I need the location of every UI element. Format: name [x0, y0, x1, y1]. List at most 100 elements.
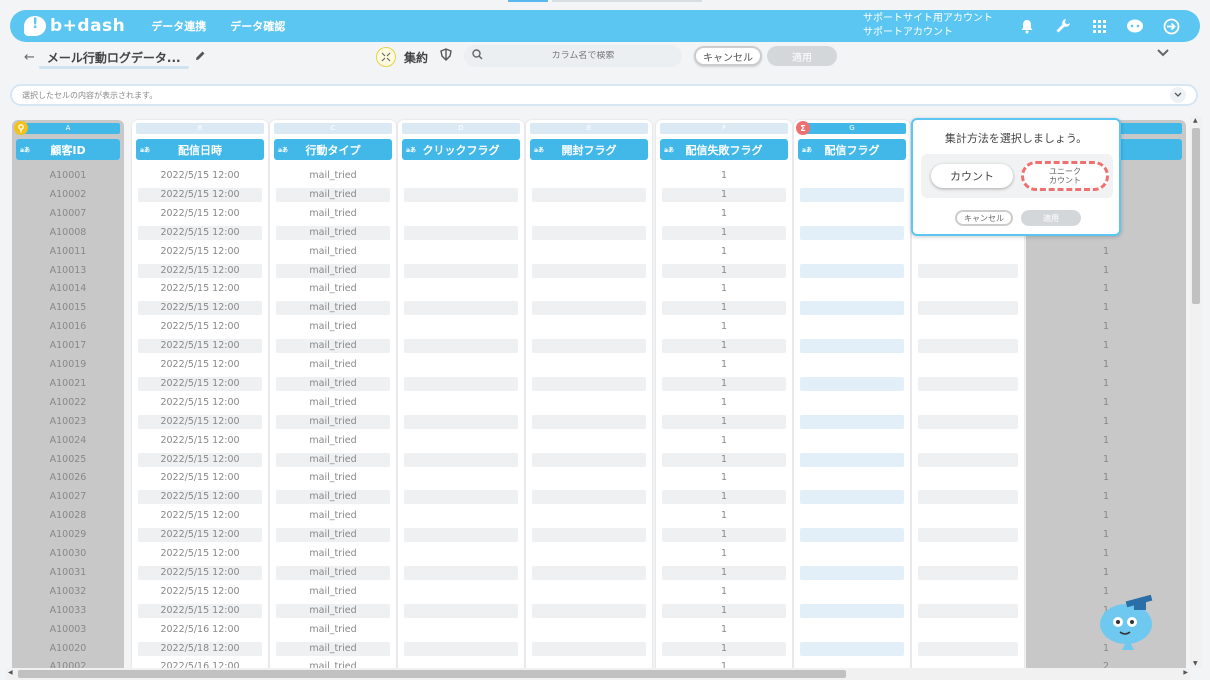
table-cell[interactable] [404, 641, 518, 656]
table-cell[interactable]: A10023 [18, 415, 118, 429]
table-cell[interactable]: 2022/5/15 12:00 [138, 207, 262, 221]
table-cell[interactable]: A10030 [18, 547, 118, 561]
table-cell[interactable] [800, 565, 904, 580]
table-cell[interactable] [918, 434, 1018, 448]
table-cell[interactable]: 1 [1032, 528, 1180, 542]
table-cell[interactable]: mail_tried [276, 547, 390, 561]
table-cell[interactable] [918, 623, 1018, 637]
table-cell[interactable] [918, 547, 1018, 561]
table-cell[interactable]: 1 [662, 528, 786, 543]
table-cell[interactable] [800, 339, 904, 354]
table-cell[interactable] [532, 434, 646, 448]
table-cell[interactable] [918, 585, 1018, 599]
table-cell[interactable]: 2022/5/16 12:00 [138, 623, 262, 637]
table-cell[interactable] [800, 225, 904, 240]
table-cell[interactable]: 2022/5/16 12:00 [138, 660, 262, 668]
table-cell[interactable] [918, 414, 1018, 429]
cancel-button[interactable]: キャンセル [694, 46, 762, 66]
wrench-icon[interactable] [1052, 15, 1074, 37]
table-cell[interactable]: 2022/5/15 12:00 [138, 547, 262, 561]
table-cell[interactable]: A10015 [18, 301, 118, 315]
table-cell[interactable]: mail_tried [276, 565, 390, 580]
table-cell[interactable]: 1 [662, 414, 786, 429]
table-cell[interactable] [532, 358, 646, 372]
table-cell[interactable]: 1 [1032, 434, 1180, 448]
horizontal-scroll-thumb[interactable] [18, 670, 846, 678]
count-option-button[interactable]: カウント [931, 164, 1013, 188]
table-cell[interactable] [404, 376, 518, 391]
column-letter[interactable]: C [274, 123, 392, 134]
nav-data-check[interactable]: データ確認 [230, 18, 285, 34]
table-cell[interactable] [532, 528, 646, 543]
table-cell[interactable] [800, 187, 904, 202]
table-cell[interactable]: 1 [662, 585, 786, 599]
table-cell[interactable]: 2022/5/15 12:00 [138, 528, 262, 543]
table-cell[interactable]: A10017 [18, 339, 118, 353]
table-cell[interactable] [918, 660, 1018, 668]
table-cell[interactable] [800, 585, 904, 599]
table-cell[interactable] [404, 320, 518, 334]
table-cell[interactable] [918, 452, 1018, 467]
table-cell[interactable]: 1 [1032, 490, 1180, 504]
table-cell[interactable] [532, 225, 646, 240]
table-cell[interactable]: 1 [662, 565, 786, 580]
table-cell[interactable]: 2022/5/15 12:00 [138, 434, 262, 448]
table-cell[interactable] [404, 263, 518, 278]
table-cell[interactable] [404, 509, 518, 523]
column-header[interactable]: aあ 配信日時 [136, 139, 264, 160]
table-cell[interactable]: mail_tried [276, 623, 390, 637]
table-cell[interactable]: A10020 [18, 642, 118, 656]
table-cell[interactable]: 1 [662, 623, 786, 637]
table-cell[interactable] [404, 358, 518, 372]
back-arrow-icon[interactable]: ← [24, 50, 35, 65]
table-cell[interactable]: 2022/5/15 12:00 [138, 358, 262, 372]
table-cell[interactable]: 1 [1032, 264, 1180, 278]
grid-menu-icon[interactable] [1088, 15, 1110, 37]
table-cell[interactable] [404, 396, 518, 410]
table-cell[interactable] [918, 263, 1018, 278]
table-cell[interactable]: 1 [1032, 377, 1180, 391]
table-cell[interactable]: mail_tried [276, 263, 390, 278]
table-cell[interactable]: 1 [662, 660, 786, 668]
table-cell[interactable] [404, 301, 518, 316]
table-cell[interactable] [532, 187, 646, 202]
table-cell[interactable]: 2022/5/15 12:00 [138, 282, 262, 296]
table-cell[interactable]: mail_tried [276, 207, 390, 221]
table-cell[interactable]: mail_tried [276, 434, 390, 448]
logout-icon[interactable] [1160, 15, 1182, 37]
table-cell[interactable]: 2022/5/15 12:00 [138, 187, 262, 202]
column-header[interactable]: aあ 配信失敗フラグ [660, 139, 788, 160]
table-cell[interactable] [532, 263, 646, 278]
table-cell[interactable] [404, 339, 518, 354]
table-cell[interactable]: mail_tried [276, 376, 390, 391]
table-cell[interactable] [800, 263, 904, 278]
table-cell[interactable]: 2022/5/15 12:00 [138, 320, 262, 334]
table-cell[interactable]: 2022/5/15 12:00 [138, 490, 262, 505]
column-letter[interactable]: D [402, 123, 520, 134]
table-cell[interactable] [800, 301, 904, 316]
table-cell[interactable]: 1 [662, 245, 786, 259]
table-cell[interactable]: 2022/5/15 12:00 [138, 585, 262, 599]
table-cell[interactable] [404, 282, 518, 296]
table-cell[interactable]: mail_tried [276, 396, 390, 410]
table-cell[interactable]: mail_tried [276, 301, 390, 316]
table-cell[interactable] [532, 490, 646, 505]
table-cell[interactable] [918, 282, 1018, 296]
table-cell[interactable]: A10024 [18, 434, 118, 448]
table-cell[interactable] [532, 414, 646, 429]
table-cell[interactable]: 2022/5/15 12:00 [138, 509, 262, 523]
app-logo[interactable]: b+dash [24, 16, 125, 36]
table-cell[interactable] [404, 565, 518, 580]
table-cell[interactable]: 1 [662, 358, 786, 372]
popup-cancel-button[interactable]: キャンセル [955, 210, 1013, 226]
table-cell[interactable]: 1 [662, 509, 786, 523]
table-cell[interactable]: A10028 [18, 509, 118, 523]
table-cell[interactable]: 2022/5/15 12:00 [138, 471, 262, 485]
table-cell[interactable] [918, 245, 1018, 259]
bell-icon[interactable] [1016, 15, 1038, 37]
table-cell[interactable]: 2022/5/15 12:00 [138, 339, 262, 354]
table-cell[interactable]: 1 [1032, 245, 1180, 259]
aggregate-icon[interactable] [376, 47, 396, 67]
table-cell[interactable]: 1 [662, 207, 786, 221]
scroll-down-icon[interactable]: ▼ [1193, 660, 1198, 667]
